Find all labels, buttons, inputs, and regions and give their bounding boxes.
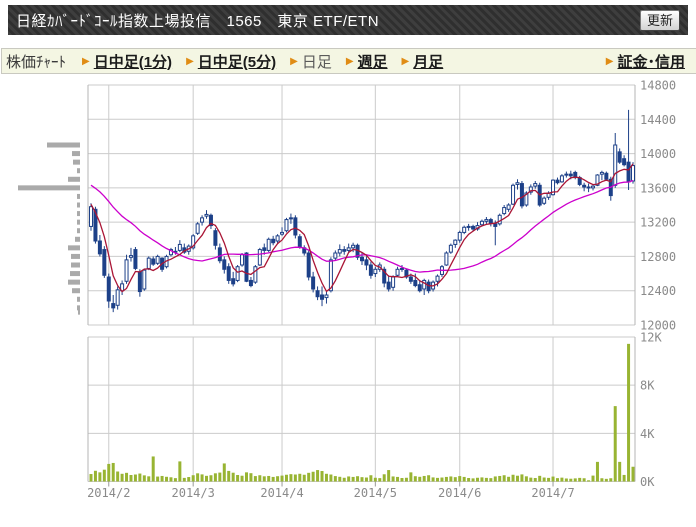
svg-text:4K: 4K bbox=[640, 427, 655, 441]
title-bar: 日経ｶﾊﾞｰﾄﾞｺｰﾙ指数上場投信 1565 東京 ETF/ETN 更新 bbox=[8, 5, 688, 35]
svg-text:12K: 12K bbox=[640, 331, 662, 345]
svg-text:8K: 8K bbox=[640, 379, 655, 393]
svg-text:12800: 12800 bbox=[640, 250, 676, 264]
svg-text:14800: 14800 bbox=[640, 79, 676, 93]
tab-arrow-icon: ▶ bbox=[401, 55, 410, 67]
tab-monthly[interactable]: ▶ 月足 bbox=[402, 51, 444, 72]
svg-text:2014/4: 2014/4 bbox=[260, 486, 303, 500]
tab-intraday-1min[interactable]: ▶ 日中足(1分) bbox=[82, 51, 172, 72]
chart-period-tabs: ▶ 日中足(1分) ▶ 日中足(5分) ▶ 日足 ▶ 週足 ▶ 月足 bbox=[82, 51, 457, 72]
svg-text:14400: 14400 bbox=[640, 113, 676, 127]
tab-daily[interactable]: ▶ 日足 bbox=[290, 51, 332, 72]
instrument-title: 日経ｶﾊﾞｰﾄﾞｺｰﾙ指数上場投信 1565 東京 ETF/ETN bbox=[16, 12, 380, 30]
tab-arrow-icon: ▶ bbox=[345, 55, 354, 67]
svg-text:2014/5: 2014/5 bbox=[354, 486, 397, 500]
svg-text:2014/3: 2014/3 bbox=[172, 486, 215, 500]
tab-arrow-icon: ▶ bbox=[605, 55, 614, 67]
svg-text:13200: 13200 bbox=[640, 216, 676, 230]
tab-arrow-icon: ▶ bbox=[82, 55, 90, 67]
svg-text:2014/2: 2014/2 bbox=[87, 486, 130, 500]
svg-text:14000: 14000 bbox=[640, 147, 676, 161]
stock-chart-svg: 1480014400140001360013200128001240012000… bbox=[18, 79, 676, 500]
tab-arrow-icon: ▶ bbox=[186, 55, 194, 67]
tab-intraday-5min[interactable]: ▶ 日中足(5分) bbox=[186, 51, 276, 72]
chart-period-nav: 株価ﾁｬｰﾄ ▶ 日中足(1分) ▶ 日中足(5分) ▶ 日足 ▶ 週足 ▶ 月足 ▶ 証金･信用 bbox=[1, 48, 696, 74]
svg-text:12400: 12400 bbox=[640, 284, 676, 298]
tab-arrow-icon: ▶ bbox=[290, 55, 298, 67]
nav-section-label: 株価ﾁｬｰﾄ bbox=[6, 53, 67, 71]
svg-text:0K: 0K bbox=[640, 475, 655, 489]
stock-chart: 14800 14400 14000 13600 13200 12800 12400 12000… bbox=[0, 78, 696, 522]
svg-text:2014/7: 2014/7 bbox=[531, 486, 574, 500]
svg-text:2014/6: 2014/6 bbox=[438, 486, 481, 500]
refresh-button[interactable]: 更新 bbox=[639, 9, 680, 31]
svg-text:13600: 13600 bbox=[640, 181, 676, 195]
tab-margin-credit[interactable]: ▶ 証金･信用 bbox=[606, 51, 685, 72]
tab-weekly[interactable]: ▶ 週足 bbox=[346, 51, 388, 72]
